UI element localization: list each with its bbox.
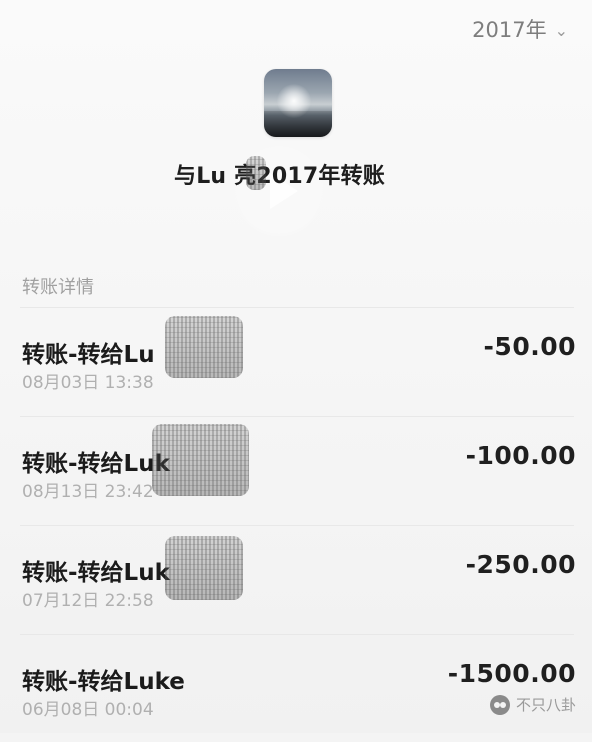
- transaction-time: 07月12日 22:58: [22, 591, 154, 611]
- transaction-time: 08月13日 23:42: [22, 482, 154, 502]
- row-divider: [20, 416, 574, 417]
- year-label[interactable]: 2017年: [472, 14, 546, 44]
- year-selector[interactable]: 2017年 ⌄: [472, 14, 568, 44]
- transaction-row[interactable]: 转账-转给Luk 07月12日 22:58 -250.00: [0, 525, 592, 633]
- transaction-amount: -100.00: [465, 441, 576, 470]
- redaction-scribble: [152, 424, 249, 496]
- transaction-label: 转账-转给Luke: [22, 669, 185, 695]
- redaction-scribble: [165, 316, 243, 378]
- page-title: 与Lu 亮2017年转账: [174, 164, 385, 189]
- transaction-amount: -250.00: [465, 550, 576, 579]
- section-label: 转账详情: [22, 277, 94, 298]
- profile-avatar: [264, 69, 332, 137]
- row-divider: [20, 634, 574, 635]
- transfer-history-page: 2017年 ⌄ 与Lu 亮2017年转账 转账详情 转账-转给Lu 08月03日…: [0, 0, 592, 733]
- watermark-text: 不只八卦: [515, 696, 576, 714]
- transaction-row[interactable]: 转账-转给Luk 08月13日 23:42 -100.00: [0, 416, 592, 524]
- transaction-label: 转账-转给Lu: [22, 342, 155, 368]
- row-divider: [20, 525, 574, 526]
- row-divider: [20, 307, 574, 308]
- transaction-time: 06月08日 00:04: [22, 700, 154, 720]
- transaction-row[interactable]: 转账-转给Lu 08月03日 13:38 -50.00: [0, 307, 592, 415]
- transaction-row[interactable]: 转账-转给Luke 06月08日 00:04 -1500.00: [0, 634, 592, 742]
- transaction-label: 转账-转给Luk: [22, 451, 170, 477]
- transaction-amount: -50.00: [483, 332, 576, 361]
- transaction-label: 转账-转给Luk: [22, 560, 170, 586]
- watermark-badge: 不只八卦: [489, 694, 576, 715]
- redaction-scribble: [165, 536, 243, 600]
- transaction-time: 08月03日 13:38: [22, 373, 154, 393]
- chevron-down-icon[interactable]: ⌄: [555, 21, 568, 40]
- redaction-scribble: [246, 156, 266, 190]
- transaction-amount: -1500.00: [447, 659, 576, 688]
- wechat-icon: [489, 694, 510, 715]
